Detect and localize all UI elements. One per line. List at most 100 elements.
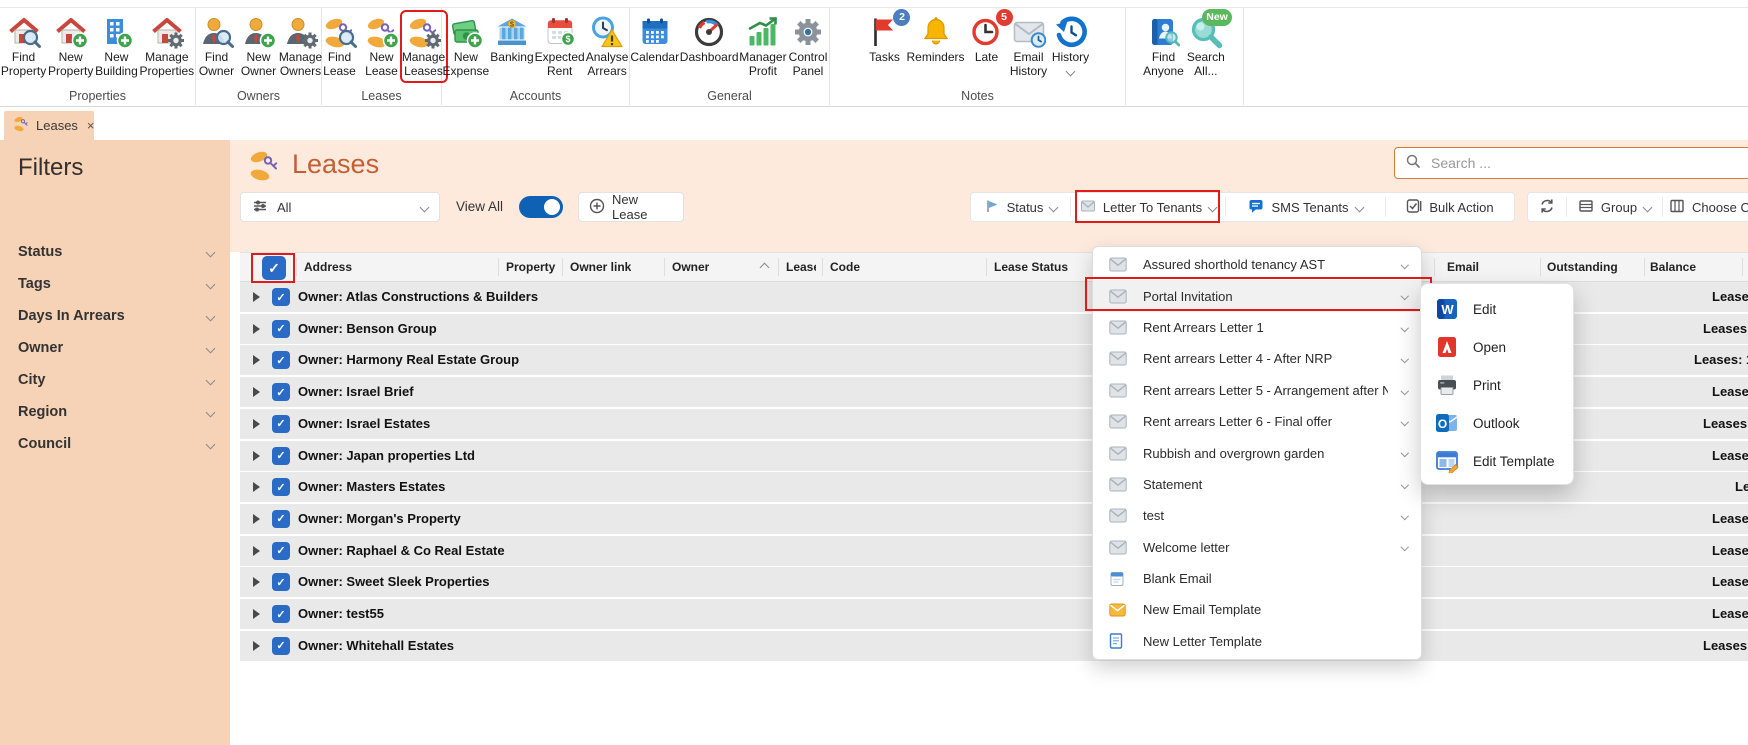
row-checkbox[interactable]	[272, 288, 290, 306]
ribbon-item-manager-profit[interactable]: Manager Profit	[739, 13, 787, 80]
ribbon-item-new-building[interactable]: New Building	[94, 13, 138, 80]
ribbon-item-find-property[interactable]: Find Property	[0, 13, 47, 80]
expand-arrow-icon[interactable]	[253, 387, 260, 398]
sidebar-filter-council[interactable]: Council	[18, 429, 216, 459]
row-checkbox[interactable]	[272, 636, 290, 655]
ribbon-item-expected-rent[interactable]: $ Expected Rent	[534, 13, 585, 80]
ribbon-item-history[interactable]: History	[1050, 13, 1092, 77]
letter-menu-item-rent-arrears-letter-5-arrangement-after-nrp[interactable]: Rent arrears Letter 5 - Arrangement afte…	[1093, 375, 1421, 406]
sidebar-filter-city[interactable]: City	[18, 365, 216, 395]
ribbon-item-new-property[interactable]: New Property	[47, 13, 94, 80]
search-input[interactable]	[1429, 154, 1748, 172]
column-header-outstanding[interactable]: Outstanding	[1547, 253, 1618, 281]
sidebar-filter-days-in-arrears[interactable]: Days In Arrears	[18, 301, 216, 331]
ribbon-item-control-panel[interactable]: Control Panel	[787, 13, 829, 80]
row-checkbox[interactable]	[272, 509, 290, 528]
ribbon-item-dashboard[interactable]: Dashboard	[680, 13, 739, 67]
letter-menu-item-rent-arrears-letter-1[interactable]: Rent Arrears Letter 1	[1093, 312, 1421, 343]
ribbon-item-new-owner[interactable]: New Owner	[238, 13, 280, 80]
table-row-owner-sweet-sleek-properties[interactable]: Owner: Sweet Sleek Properties Leases	[240, 567, 1748, 598]
expand-arrow-icon[interactable]	[253, 545, 260, 556]
column-header-lease[interactable]: Lease	[786, 253, 816, 281]
ribbon-item-manage-leases[interactable]: Manage Leases	[399, 10, 448, 83]
expand-arrow-icon[interactable]	[253, 609, 260, 619]
expand-arrow-icon[interactable]	[253, 323, 260, 334]
expand-arrow-icon[interactable]	[253, 450, 260, 461]
ribbon-item-manage-owners[interactable]: Manage Owners	[279, 13, 322, 80]
ribbon-item-find-lease[interactable]: Find Lease	[319, 13, 361, 80]
letter-menu-item-welcome-letter[interactable]: Welcome letter	[1093, 532, 1421, 563]
bulk-action-button[interactable]: Bulk Action	[1386, 193, 1514, 221]
column-header-balance[interactable]: Balance	[1650, 253, 1696, 281]
column-header-owner-link[interactable]: Owner link	[570, 253, 631, 281]
letter-menu-item-portal-invitation[interactable]: Portal Invitation	[1093, 280, 1421, 312]
sidebar-filter-status[interactable]: Status	[18, 237, 216, 267]
sidebar-filter-owner[interactable]: Owner	[18, 333, 216, 363]
context-menu-item-open[interactable]: Open	[1421, 328, 1573, 366]
ribbon-item-new-lease[interactable]: New Lease	[361, 13, 403, 80]
row-checkbox[interactable]	[272, 573, 290, 592]
expand-arrow-icon[interactable]	[253, 418, 260, 429]
letter-menu-item-rent-arrears-letter-6-final-offer[interactable]: Rent arrears Letter 6 - Final offer	[1093, 406, 1421, 437]
letter-menu-item-test[interactable]: test	[1093, 500, 1421, 531]
ribbon-item-search-all[interactable]: New Search All...	[1185, 9, 1232, 80]
letter-menu-item-assured-shorthold-tenancy-ast[interactable]: Assured shorthold tenancy AST	[1093, 249, 1421, 280]
expand-arrow-icon[interactable]	[253, 292, 260, 302]
ribbon-item-tasks[interactable]: 2 Tasks	[863, 9, 911, 67]
ribbon-item-calendar[interactable]: Calendar	[630, 13, 680, 67]
expand-arrow-icon[interactable]	[253, 640, 260, 651]
expand-arrow-icon[interactable]	[253, 355, 260, 366]
tab-leases[interactable]: Leases ×	[4, 111, 95, 140]
new-lease-button[interactable]: New Lease	[578, 192, 684, 222]
ribbon-item-late[interactable]: 5 Late	[966, 9, 1013, 67]
row-checkbox[interactable]	[272, 446, 290, 465]
context-menu-item-edit[interactable]: W Edit	[1421, 290, 1573, 328]
search-box[interactable]	[1394, 147, 1748, 179]
letter-menu-item-statement[interactable]: Statement	[1093, 469, 1421, 500]
table-row-owner-test55[interactable]: Owner: test55 Leases	[240, 599, 1748, 629]
column-header-lease-status[interactable]: Lease Status	[994, 253, 1068, 281]
row-checkbox[interactable]	[272, 351, 290, 370]
row-checkbox[interactable]	[272, 605, 290, 623]
ribbon-item-analyse-arrears[interactable]: Analyse Arrears	[585, 13, 629, 80]
ribbon-item-find-owner[interactable]: Find Owner	[196, 13, 238, 80]
group-dropdown[interactable]: Group	[1567, 193, 1662, 221]
expand-arrow-icon[interactable]	[253, 482, 260, 493]
ribbon-item-email-history[interactable]: Email History	[1008, 13, 1050, 80]
view-all-toggle[interactable]	[519, 196, 563, 218]
column-header-property-ty[interactable]: Property Ty	[506, 253, 556, 281]
column-header-code[interactable]: Code	[830, 253, 860, 281]
refresh-button[interactable]	[1528, 193, 1566, 221]
letter-menu-item-new-letter-template[interactable]: New Letter Template	[1093, 626, 1421, 657]
row-checkbox[interactable]	[272, 541, 290, 560]
row-checkbox[interactable]	[272, 414, 290, 433]
context-menu-item-edit-template[interactable]: Edit Template	[1421, 442, 1573, 480]
letter-menu-item-rent-arrears-letter-4-after-nrp[interactable]: Rent arrears Letter 4 - After NRP	[1093, 343, 1421, 374]
column-header-owner[interactable]: Owner	[672, 253, 770, 281]
ribbon-item-new-expense[interactable]: New Expense	[442, 13, 490, 80]
choose-columns-button[interactable]: Choose Col	[1663, 193, 1748, 221]
expand-arrow-icon[interactable]	[253, 577, 260, 588]
column-header-address[interactable]: Address	[304, 253, 352, 281]
ribbon-item-reminders[interactable]: Reminders	[905, 13, 965, 67]
letter-menu-item-blank-email[interactable]: Blank Email	[1093, 563, 1421, 594]
column-header-email[interactable]: Email	[1447, 253, 1479, 281]
status-dropdown[interactable]: Status	[971, 193, 1070, 221]
ribbon-item-find-anyone[interactable]: Find Anyone	[1142, 13, 1185, 80]
row-checkbox[interactable]	[272, 383, 290, 402]
context-menu-item-outlook[interactable]: O Outlook	[1421, 404, 1573, 442]
tab-close-icon[interactable]: ×	[87, 119, 95, 132]
table-row-owner-morgan-s-property[interactable]: Owner: Morgan's Property Leases	[240, 503, 1748, 534]
context-menu-item-print[interactable]: Print	[1421, 366, 1573, 404]
ribbon-item-banking[interactable]: $ Banking	[490, 13, 534, 67]
expand-arrow-icon[interactable]	[253, 513, 260, 524]
sidebar-filter-region[interactable]: Region	[18, 397, 216, 427]
row-checkbox[interactable]	[272, 478, 290, 497]
sidebar-filter-tags[interactable]: Tags	[18, 269, 216, 299]
filter-dropdown-all[interactable]: All	[240, 192, 440, 222]
letter-menu-item-new-email-template[interactable]: New Email Template	[1093, 594, 1421, 625]
table-row-owner-raphael-co-real-estate[interactable]: Owner: Raphael & Co Real Estate Leases	[240, 535, 1748, 566]
row-checkbox[interactable]	[272, 319, 290, 338]
table-row-owner-whitehall-estates[interactable]: Owner: Whitehall Estates Leases:	[240, 630, 1748, 661]
sms-tenants-dropdown[interactable]: SMS Tenants	[1226, 193, 1385, 221]
